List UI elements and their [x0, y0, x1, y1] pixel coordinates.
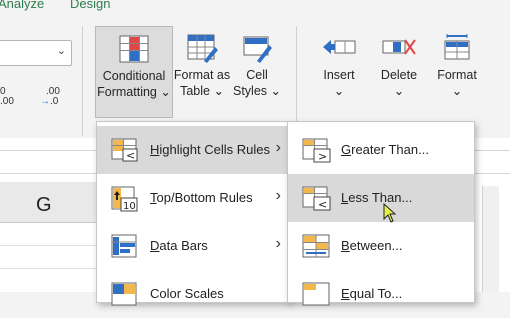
svg-text:<: < [126, 149, 135, 162]
conditional-formatting-button[interactable]: Conditional Formatting ⌄ [95, 26, 173, 118]
menu-item-data-bars[interactable]: Data Bars › [97, 222, 289, 270]
insert-button[interactable]: Insert ⌄ [312, 26, 366, 116]
menu-item-highlight-cells-rules[interactable]: < Highlight Cells Rules › [97, 126, 289, 174]
delete-cells-icon [382, 39, 416, 55]
cell-styles-button[interactable]: Cell Styles ⌄ [232, 26, 282, 116]
mouse-pointer-icon [383, 203, 397, 223]
caret-icon: ⌄ [393, 84, 405, 98]
caret-icon: ⌄ [160, 85, 171, 99]
format-label: Format [437, 68, 477, 82]
column-header-g[interactable]: G [0, 182, 101, 223]
color-scales-icon [111, 282, 137, 306]
caret-icon: ⌄ [333, 84, 345, 98]
svg-text:>: > [318, 150, 327, 163]
caret-icon: ⌄ [270, 84, 281, 98]
ribbon-divider [82, 26, 83, 136]
menu-item-label: Data Bars [150, 238, 208, 253]
menu-item-label: Highlight Cells Rules [150, 142, 270, 157]
menu-item-label: Color Scales [150, 286, 224, 301]
menu-item-label: Greater Than... [341, 142, 429, 157]
menu-item-color-scales[interactable]: Color Scales [97, 270, 289, 318]
chevron-down-icon: ⌄ [56, 45, 66, 57]
greater-than-icon: > [302, 138, 331, 163]
insert-label: Insert [323, 68, 355, 82]
format-cells-icon [444, 34, 470, 60]
format-as-table-label-1: Format as [173, 68, 231, 82]
menu-item-top-bottom-rules[interactable]: 10 Top/Bottom Rules › [97, 174, 289, 222]
gridline [0, 268, 100, 269]
between-icon [302, 234, 330, 258]
equal-to-icon [302, 282, 330, 306]
increase-decimal-button[interactable]: 0.00 [0, 87, 14, 107]
caret-icon: ⌄ [451, 84, 463, 98]
highlight-cells-rules-icon: < [111, 138, 138, 162]
tab-design[interactable]: Design [70, 0, 110, 11]
tab-analyze[interactable]: Analyze [0, 0, 44, 11]
number-format-dropdown[interactable]: ⌄ [0, 40, 72, 66]
svg-text:10: 10 [123, 201, 136, 212]
chevron-right-icon: › [275, 139, 281, 156]
menu-item-label: Less Than... [341, 190, 413, 205]
menu-item-label: Top/Bottom Rules [150, 190, 253, 205]
data-bars-icon [111, 234, 137, 258]
delete-button[interactable]: Delete ⌄ [372, 26, 426, 116]
menu-item-equal-to[interactable]: Equal To... [288, 270, 474, 318]
svg-text:<: < [318, 198, 327, 211]
cell-styles-icon [243, 36, 272, 63]
less-than-icon: < [302, 186, 331, 211]
menu-item-between[interactable]: Between... [288, 222, 474, 270]
chevron-right-icon: › [275, 187, 281, 204]
menu-item-label: Between... [341, 238, 403, 253]
conditional-formatting-icon [119, 35, 149, 63]
conditional-formatting-menu: < Highlight Cells Rules › 10 Top/Bottom … [96, 121, 290, 306]
delete-label: Delete [380, 68, 418, 82]
menu-item-label: Equal To... [341, 286, 403, 301]
vertical-scrollbar[interactable] [482, 186, 499, 292]
format-button[interactable]: Format ⌄ [432, 26, 482, 116]
conditional-formatting-label-1: Conditional [102, 69, 166, 83]
caret-icon: ⌄ [213, 84, 224, 98]
chevron-right-icon: › [275, 235, 281, 252]
decrease-decimal-button[interactable]: .00 →.0 [40, 87, 60, 107]
insert-cells-icon [323, 40, 356, 54]
gridline [0, 245, 100, 246]
cell-styles-label-2: Styles ⌄ [232, 84, 281, 98]
format-as-table-label-2: Table ⌄ [180, 84, 224, 98]
highlight-cells-rules-submenu: > Greater Than... < Less Than... Between… [287, 121, 475, 306]
format-as-table-button[interactable]: Format as Table ⌄ [172, 26, 232, 116]
conditional-formatting-label-2: Formatting ⌄ [97, 85, 171, 99]
format-as-table-icon [187, 34, 218, 63]
ribbon-divider [296, 26, 297, 136]
menu-item-greater-than[interactable]: > Greater Than... [288, 126, 474, 174]
ribbon: ⌄ 0.00 .00→.0 Conditional Formatting ⌄ [0, 14, 510, 147]
menu-item-less-than[interactable]: < Less Than... [288, 174, 474, 222]
top-bottom-rules-icon: 10 [111, 186, 138, 212]
cell-styles-label-1: Cell [246, 68, 268, 82]
